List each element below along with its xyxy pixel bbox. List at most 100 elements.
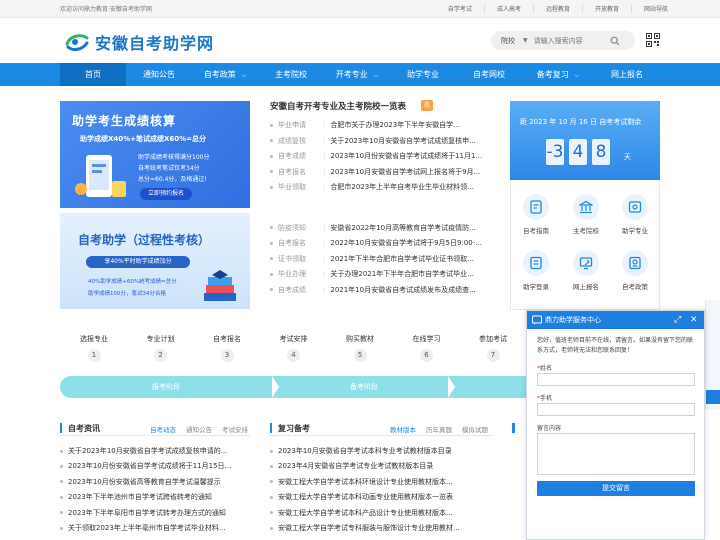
step-item[interactable]: 在线学习 6 [397, 334, 457, 362]
banner-score-calc[interactable]: 助学考生成绩核算 助学成绩X40%+笔试成绩X60%=总分 助学成绩考核得满分1… [60, 101, 250, 208]
news-row[interactable]: 自考成绩 | 2021年10月安徽省自考试成绩发布及成绩查... [270, 284, 490, 296]
news-link[interactable]: 2021年下半年合肥市自学考试毕业证书领取... [330, 254, 490, 264]
message-field[interactable] [537, 433, 695, 475]
step-item[interactable]: 考试安排 4 [264, 334, 324, 362]
banner-subtitle: 助学成绩X40%+笔试成绩X60%=总分 [80, 135, 207, 143]
news-link[interactable]: 2023年10月安徽省自学考试网上报名将于9月... [330, 167, 490, 177]
side-service-button[interactable] [706, 390, 720, 404]
quicklink-policy[interactable]: 自考政策 [615, 250, 655, 291]
nav-policy[interactable]: 自考政策 ⌵ [192, 63, 258, 86]
news-link[interactable]: 2021年10月安徽省自考试成绩发布及成绩查... [330, 285, 490, 295]
news-row[interactable]: 自考成绩 | 2023年10月份安徽省自学考试成绩将于11月1... [270, 150, 490, 162]
news-link[interactable]: 安徽省2022年10月高等教育自学考试疫情防... [330, 223, 490, 233]
news-row[interactable]: 防疫须知 | 安徽省2022年10月高等教育自学考试疫情防... [270, 222, 490, 234]
news-row[interactable]: 毕业领取 | 合肥市2023年上半年自考毕业生毕业材料领... [270, 181, 490, 193]
step-number: 4 [287, 349, 300, 362]
list-item[interactable]: 2023年4月安徽省自学考试专业考试教材版本目录 [270, 460, 492, 472]
list-item[interactable]: 关于2023年10月安徽省自学考试成绩复核申请的... [60, 445, 250, 457]
top-link-site-nav[interactable]: 网站导航 [630, 4, 680, 13]
tab-dynamics[interactable]: 自考动态 [150, 424, 176, 434]
tab-textbook[interactable]: 教材版本 [390, 424, 416, 434]
news-category[interactable]: 毕业申请 [278, 120, 318, 130]
nav-review[interactable]: 备考复习 ⌵ [522, 63, 594, 86]
news-category[interactable]: 自考报名 [278, 238, 318, 248]
nav-home[interactable]: 首页 [60, 63, 126, 86]
news-category[interactable]: 防疫须知 [278, 223, 318, 233]
quicklink-guide[interactable]: 自考指南 [516, 194, 556, 235]
tab-schedule[interactable]: 考试安排 [222, 424, 248, 434]
tab-past-papers[interactable]: 历年真题 [426, 424, 452, 434]
list-item[interactable]: 安徽工程大学自学考试本科环境设计专业使用教材版本... [270, 476, 492, 488]
nav-assist-majors[interactable]: 助学专业 [390, 63, 456, 86]
news-row[interactable]: 毕业申请 | 合肥市关于办理2023年下半年安徽自学... [270, 119, 490, 131]
nav-register[interactable]: 网上报名 [594, 63, 660, 86]
list-item[interactable]: 2023年下半年阜阳市自学考试转考办理方式的通知 [60, 507, 250, 519]
list-item-text: 关于2023年10月安徽省自学考试成绩复核申请的... [68, 447, 228, 455]
quicklink-schools[interactable]: 主考院校 [566, 194, 606, 235]
quicklink-register[interactable]: 网上报名 [566, 250, 606, 291]
news-row[interactable]: 成绩复核 | 关于2023年10月安徽省自学考试成绩复核申... [270, 135, 490, 147]
news-link[interactable]: 合肥市关于办理2023年下半年安徽自学... [330, 120, 490, 130]
list-item[interactable]: 2023年10月份安徽省自学考试成绩将于11月15日... [60, 460, 250, 472]
list-item[interactable]: 安徽工程大学自学考试本科产品设计专业使用教材版本... [270, 507, 492, 519]
news-row[interactable]: 证书领取 | 2021年下半年合肥市自学考试毕业证书领取... [270, 253, 490, 265]
news-category[interactable]: 自考成绩 [278, 151, 318, 161]
nav-notices[interactable]: 通知公告 [126, 63, 192, 86]
news-category[interactable]: 证书领取 [278, 254, 318, 264]
qr-code-icon[interactable] [646, 33, 660, 47]
divider: | [323, 152, 326, 160]
step-label: 自考报名 [213, 335, 241, 343]
news-row[interactable]: 自考报名 | 2023年10月安徽省自学考试网上报名将于9月... [270, 166, 490, 178]
news-link[interactable]: 2022年10月安徽省自学考试将于9月5日9:00-... [330, 238, 490, 248]
search-icon[interactable] [610, 36, 620, 46]
news-heading[interactable]: 安徽自考开考专业及主考院校一览表 [270, 100, 406, 112]
step-item[interactable]: 购买教材 5 [330, 334, 390, 362]
news-category[interactable]: 自考成绩 [278, 285, 318, 295]
news-row[interactable]: 毕业办理 | 关于办理2021年下半年合肥市自学考试毕业... [270, 268, 490, 280]
expand-icon[interactable]: ⤢ [674, 314, 681, 326]
quicklink-login[interactable]: 助学登录 [516, 250, 556, 291]
search-input[interactable] [533, 36, 606, 45]
logo-icon [65, 34, 89, 52]
nav-majors[interactable]: 开考专业 ⌵ [324, 63, 390, 86]
list-item[interactable]: 安徽工程大学自学考试专科服装与服饰设计专业使用教材... [270, 522, 492, 534]
phone-field[interactable] [537, 403, 695, 416]
step-item[interactable]: 选报专业 1 [64, 334, 124, 362]
tab-mock-tests[interactable]: 模拟试题 [462, 424, 488, 434]
list-item[interactable]: 2023年下半年池州市自学考试跨省转考的通知 [60, 491, 250, 503]
reserve-button[interactable]: 立即预约报名 [140, 188, 192, 200]
tab-notices[interactable]: 通知公告 [186, 424, 212, 434]
step-item[interactable]: 专业计划 2 [131, 334, 191, 362]
news-row[interactable]: 自考报名 | 2022年10月安徽省自学考试将于9月5日9:00-... [270, 237, 490, 249]
news-category[interactable]: 自考报名 [278, 167, 318, 177]
search-category-select[interactable]: 院校 [491, 36, 527, 46]
top-link-open-edu[interactable]: 开放教育 [581, 4, 631, 13]
news-link[interactable]: 2023年10月份安徽省自学考试成绩将于11月1... [330, 151, 490, 161]
nav-online-school[interactable]: 自考网校 [456, 63, 522, 86]
site-logo[interactable]: 安徽自考助学网 [64, 30, 214, 54]
nav-schools[interactable]: 主考院校 [258, 63, 324, 86]
list-item[interactable]: 2023年10月安徽省自学考试本科专业考试教材版本目录 [270, 445, 492, 457]
news-category[interactable]: 毕业办理 [278, 269, 318, 279]
step-item[interactable]: 自考报名 3 [197, 334, 257, 362]
name-field[interactable] [537, 373, 695, 386]
top-link-distance-edu[interactable]: 远程教育 [532, 4, 582, 13]
news-link[interactable]: 关于2023年10月安徽省自学考试成绩复核申... [330, 136, 490, 146]
list-item[interactable]: 关于领取2023年上半年亳州市自学考试毕业材料... [60, 522, 250, 534]
news-link[interactable]: 关于办理2021年下半年合肥市自学考试毕业... [330, 269, 490, 279]
close-icon[interactable]: ✕ [690, 314, 698, 326]
news-category[interactable]: 毕业领取 [278, 182, 318, 192]
news-link[interactable]: 合肥市2023年上半年自考毕业生毕业材料领... [330, 182, 490, 192]
step-item[interactable]: 参加考试 7 [463, 334, 523, 362]
top-link-self-exam[interactable]: 自学考试 [436, 4, 484, 13]
list-item-text: 2023年下半年池州市自学考试跨省转考的通知 [68, 493, 212, 502]
chevron-down-icon: ⌵ [241, 72, 247, 79]
quicklink-majors[interactable]: 助学专业 [615, 194, 655, 235]
list-item[interactable]: 安徽工程大学自学考试本科动画专业使用教材版本一览表 [270, 491, 492, 503]
top-link-adult-exam[interactable]: 成人高考 [483, 4, 533, 13]
bullet-icon [270, 288, 273, 291]
news-category[interactable]: 成绩复核 [278, 136, 318, 146]
list-item[interactable]: 2023年10月份安徽省高等教育自学考试温馨提示 [60, 476, 250, 488]
submit-message-button[interactable]: 提交留言 [537, 481, 695, 496]
banner-assist-exam[interactable]: 自考助学（过程性考核） 享40%平时助学成绩加分 40%助学成绩+60%统考成绩… [60, 213, 250, 309]
